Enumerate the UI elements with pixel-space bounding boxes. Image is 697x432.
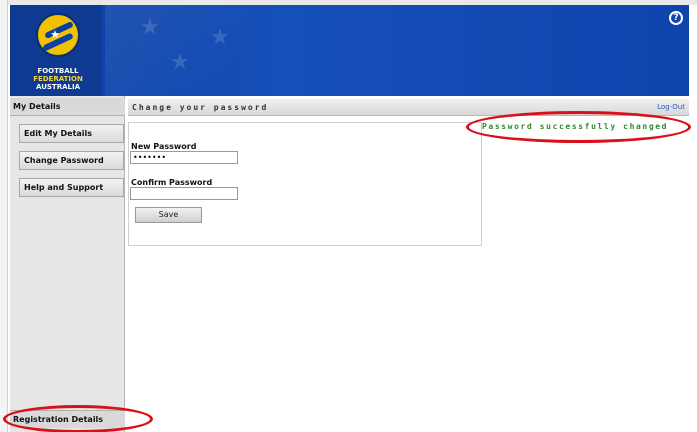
help-icon[interactable]: ? [669,11,683,25]
logo-line-federation: FEDERATION [33,75,83,83]
window-left-edge [0,0,8,432]
header-banner: ★ ★ ★ ★ FOOTBALL FEDERATION AUSTRALIA ? [10,5,689,96]
deco-star-icon: ★ [170,50,190,75]
sidebar-item-help-and-support[interactable]: Help and Support [19,178,124,197]
sidebar-header: My Details [10,98,125,116]
change-password-form: New Password ••••••• Confirm Password Sa… [128,122,482,246]
logo-text: FOOTBALL FEDERATION AUSTRALIA [24,67,92,91]
new-password-label: New Password [131,142,197,151]
logo-line-football: FOOTBALL [37,67,79,75]
logout-link[interactable]: Log-Out [657,99,685,116]
new-password-field[interactable]: ••••••• [130,151,238,164]
banner-decoration [105,5,325,96]
save-button[interactable]: Save [135,207,202,223]
sidebar-item-edit-my-details[interactable]: Edit My Details [19,124,124,143]
deco-star-icon: ★ [210,25,230,50]
deco-star-icon: ★ [140,15,160,40]
sidebar-item-change-password[interactable]: Change Password [19,151,124,170]
annotation-ellipse-success [466,111,691,143]
sidebar: My Details Edit My Details Change Passwo… [10,96,125,432]
ffa-logo: ★ FOOTBALL FEDERATION AUSTRALIA [10,5,102,96]
annotation-ellipse-registration [3,405,153,432]
confirm-password-label: Confirm Password [131,178,213,187]
logo-line-australia: AUSTRALIA [36,83,80,91]
ffa-logo-icon: ★ [36,13,80,57]
page-title: Change your password [132,103,269,112]
confirm-password-field[interactable] [130,187,238,200]
